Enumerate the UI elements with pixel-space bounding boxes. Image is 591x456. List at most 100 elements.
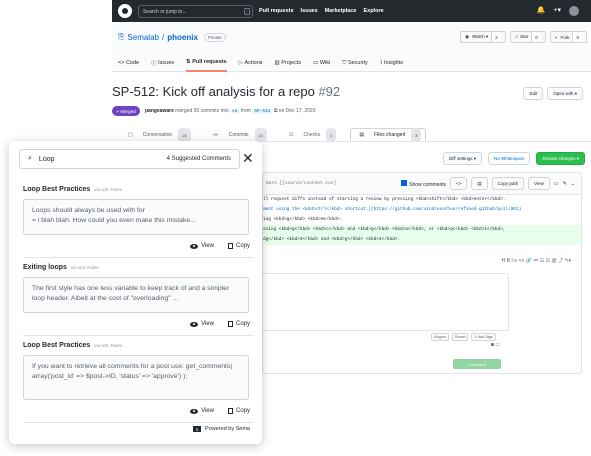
chip-shovel[interactable]: Shovel [451,333,469,341]
suggestion-source: via w3c Rules [94,187,123,192]
base-branch[interactable]: sa [230,109,240,114]
review-changes-button[interactable]: Review changes ▾ [536,152,585,165]
comment-icon: ▢ [128,132,133,138]
repo-sep: / [161,32,165,42]
tab-conversation[interactable]: ▢ Conversation 25 [120,128,195,142]
tab-issues-label: Issues [158,60,175,66]
file-path[interactable]: mare.[[source/content.css] [266,181,336,186]
tab-issues[interactable]: ⓘ Issues [151,54,174,72]
watch-button[interactable]: ◉ Watch ▾ 2 [460,31,506,43]
chevron-down-icon[interactable]: ⌄ [571,181,575,187]
comment-textarea[interactable] [263,273,509,331]
nav-pull-requests[interactable]: Pull requests [259,8,294,14]
divider [23,257,254,258]
tab-commits[interactable]: -o- Commits 15 [205,128,271,142]
divider [23,422,254,423]
tab-projects[interactable]: ▥ Projects [275,54,302,72]
tab-security-label: Security [347,60,368,66]
page: Search or jump to... / Pull requests Iss… [0,0,591,456]
book-icon: ▭ [313,60,320,66]
tab-files-changed[interactable]: ▤ Files changed 3 [350,128,427,142]
commit-icon: -o- [212,132,219,138]
view-label: View [201,408,214,414]
suggestion-count: 4 Suggested Comments [166,156,231,162]
copy-button[interactable]: Copy [227,243,250,249]
pr-title: SP-512: Kick off analysis for a repo #92 [112,84,340,99]
github-header: Search or jump to... / Pull requests Iss… [112,0,591,22]
view-button[interactable]: View [190,321,214,327]
no-whitespace-button[interactable]: No Whitespace [487,152,531,165]
comment-button[interactable]: Comment [453,359,501,369]
source-diff-button[interactable]: <> [450,177,468,190]
fork-button[interactable]: ⑂ Fork 0 [549,31,587,43]
copy-button[interactable]: Copy [227,408,250,414]
powered-by-sema[interactable]: S Powered by Sema [193,426,250,432]
editor-icons[interactable]: ◙ ▭ [491,342,500,348]
pr-number: #92 [318,84,341,99]
editor-toolbar[interactable]: H B I ≡ <> 🔗 ≔ ☷ ☑ @ ⤴ ↰▾ [263,257,581,269]
add-tags-button[interactable]: ✎ Add Tags [471,333,496,341]
suggestion-title-text: Loop Best Practices [23,186,91,193]
repo-icon: ⎘ [118,32,125,41]
projects-icon: ▥ [274,60,282,66]
diff-settings-button[interactable]: Diff settings ▾ [443,152,482,165]
nav-explore[interactable]: Explore [363,8,383,14]
tab-checks[interactable]: ☑ Checks 0 [281,128,340,142]
close-icon[interactable]: ✕ [242,151,254,165]
view-label: View [201,321,214,327]
tab-wiki-label: Wiki [319,60,331,66]
repo-tabs: <> Code ⓘ Issues ⇅ Pull requests ▷ Actio… [118,54,403,72]
repo-title: ⎘ Semalab / phoenix Private [118,32,226,42]
copy-button[interactable]: Copy [227,321,250,327]
tab-security[interactable]: ⛉ Security [342,54,368,72]
suggested-comments-panel: ⌕ Loop 4 Suggested Comments ✕ Loop Best … [9,141,262,444]
header-right: 🔔 +▾ [537,6,591,16]
plus-icon[interactable]: +▾ [553,6,561,16]
slash-key-hint: / [244,7,250,15]
merge-date: on Dec 17, 2020 [278,108,316,114]
repo-owner-link[interactable]: Semalab [127,33,159,42]
pr-title-text: SP-512: Kick off analysis for a repo [112,84,315,99]
tab-insights[interactable]: ⌇ Insights [380,54,403,72]
github-logo-icon[interactable] [118,4,132,18]
pr-user[interactable]: pangeaware [145,108,174,114]
copy-label: Copy [235,243,250,249]
tab-wiki[interactable]: ▭ Wiki [313,54,330,72]
merge-text-2: from [240,108,251,114]
avatar[interactable] [569,6,579,16]
tab-code[interactable]: <> Code [118,54,139,72]
star-button[interactable]: ☆ Star 0 [509,31,546,43]
repo-name-link[interactable]: phoenix [167,33,198,42]
view-button[interactable]: View [190,243,214,249]
tab-actions[interactable]: ▷ Actions [239,54,263,72]
code-line-added: dg</kbd> <kbd>3</kbd> and <kbd>g</kbd> <… [263,235,581,245]
watch-count: 2 [491,32,501,42]
show-comments-toggle[interactable]: Show comments [401,179,446,188]
suggestion-search-input[interactable]: ⌕ Loop 4 Suggested Comments [19,149,240,169]
chip-muguet[interactable]: Muguet [431,333,449,341]
rich-diff-button[interactable]: ▤ [471,177,488,190]
edit-button[interactable]: Edit [523,87,544,100]
tab-insights-label: Insights [384,60,403,66]
tab-pull-requests[interactable]: ⇅ Pull requests [186,54,227,72]
diff-toolbar: Diff settings ▾ No Whitespace Review cha… [270,152,591,166]
bell-icon[interactable]: 🔔 [537,6,546,16]
open-with-button[interactable]: Open with ▾ [547,87,583,100]
nav-marketplace[interactable]: Marketplace [325,8,357,14]
view-file-button[interactable]: View [528,177,550,190]
merged-label: Merged [120,108,136,114]
copy-icon [227,243,233,249]
checkbox-icon [401,179,408,186]
copy-path-button[interactable]: Copy path [491,177,525,190]
pencil-icon[interactable]: ✎ [563,181,567,187]
search-placeholder: Search or jump to... [143,8,187,15]
copy-icon[interactable]: ⧉ [274,108,278,114]
copy-icon [227,408,233,414]
monitor-icon[interactable]: ▭ [554,181,559,187]
code-lines: ll request diffs instead of starting a r… [263,195,581,245]
github-search-input[interactable]: Search or jump to... / [138,4,253,18]
head-branch[interactable]: SP-512 [252,109,273,114]
nav-issues[interactable]: Issues [301,8,318,14]
view-button[interactable]: View [190,408,214,414]
eye-icon [190,243,199,249]
